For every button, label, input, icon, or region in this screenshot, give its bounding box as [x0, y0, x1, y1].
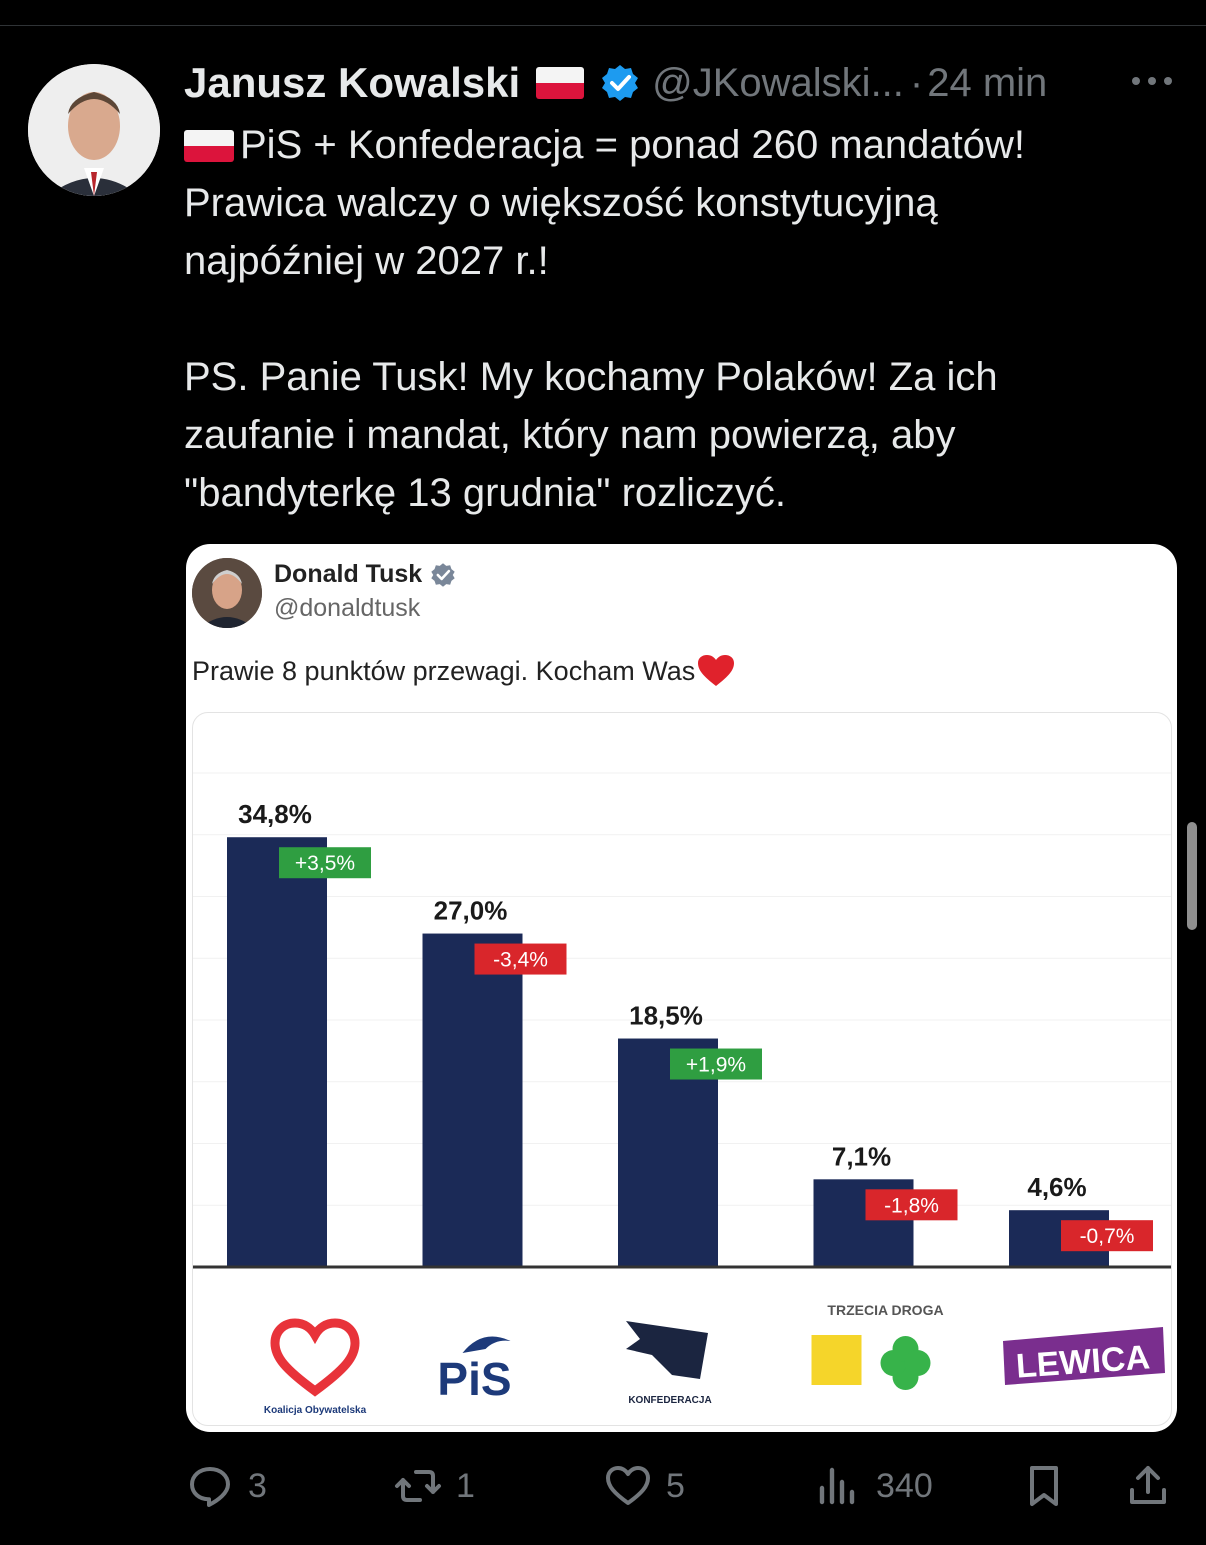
- logo-ko-heart: [270, 1318, 360, 1397]
- views-icon: [819, 1467, 855, 1505]
- logo-lewica-text: LEWICA: [1015, 1338, 1151, 1385]
- tweet-time[interactable]: 24 min: [927, 61, 1047, 106]
- embedded-text: Prawie 8 punktów przewagi. Kocham Was: [192, 654, 735, 688]
- poll-chart-svg: 34,8% +3,5% 27,0% -3,4% 18,5% +1,9% 7,1% -1,8% 4…: [193, 772, 1171, 1416]
- tweet-line: najpóźniej w 2027 r.!: [184, 239, 549, 283]
- bar-value-label: 7,1%: [832, 1141, 891, 1171]
- poland-flag-icon: [536, 67, 585, 99]
- embedded-handle: @donaldtusk: [274, 594, 421, 622]
- change-label: -3,4%: [493, 949, 548, 972]
- like-icon: [606, 1466, 650, 1505]
- logo-konfederacja-text: KONFEDERACJA: [628, 1395, 711, 1406]
- logo-ko-text: Koalicja Obywatelska: [264, 1405, 367, 1416]
- like-count: 5: [666, 1466, 685, 1505]
- embedded-avatar: [192, 558, 262, 628]
- change-label: -1,8%: [884, 1194, 939, 1217]
- tweet-header: Janusz Kowalski @JKowalski... · 24 min: [184, 58, 1047, 108]
- tweet-text: PiS + Konfederacja = ponad 260 mandatów!…: [184, 116, 1164, 522]
- bar: [227, 837, 327, 1267]
- bookmark-button[interactable]: [1020, 1456, 1068, 1516]
- repost-icon: [395, 1470, 441, 1502]
- change-label: -0,7%: [1080, 1225, 1135, 1248]
- logo-konfederacja-shape: [626, 1321, 708, 1379]
- scrollbar[interactable]: [1187, 822, 1197, 930]
- reply-icon: [190, 1467, 230, 1507]
- logo-trzecia-droga-yellow: [811, 1335, 862, 1385]
- author-avatar[interactable]: [28, 64, 160, 196]
- views-button[interactable]: 340: [814, 1456, 933, 1516]
- logo-trzecia-droga-text: TRZECIA DROGA: [827, 1302, 943, 1318]
- top-divider: [0, 25, 1206, 26]
- like-button[interactable]: 5: [604, 1456, 685, 1516]
- reply-button[interactable]: 3: [186, 1456, 267, 1516]
- separator-dot: ·: [909, 60, 924, 105]
- tweet-line: Prawica walczy o większość konstytucyjną: [184, 181, 938, 225]
- repost-button[interactable]: 1: [394, 1456, 475, 1516]
- bookmark-icon: [1030, 1466, 1058, 1506]
- reply-count: 3: [248, 1466, 267, 1505]
- heart-emoji-icon: [698, 655, 735, 686]
- more-icon[interactable]: [1128, 66, 1176, 96]
- views-count: 340: [876, 1466, 933, 1505]
- change-label: +3,5%: [295, 852, 355, 875]
- bar: [422, 933, 523, 1267]
- logo-trzecia-droga-clover: [904, 1350, 931, 1376]
- embedded-author: Donald Tusk: [274, 560, 456, 589]
- verified-icon: [602, 65, 639, 101]
- bar-value-label: 27,0%: [434, 896, 508, 926]
- share-button[interactable]: [1124, 1456, 1172, 1516]
- poll-chart: 34,8% +3,5% 27,0% -3,4% 18,5% +1,9% 7,1% -1,8% 4…: [192, 712, 1172, 1426]
- embedded-author-name: Donald Tusk: [274, 560, 423, 588]
- change-label: +1,9%: [686, 1054, 746, 1077]
- author-handle[interactable]: @JKowalski...: [652, 61, 904, 106]
- logo-pis-text: PiS: [437, 1353, 511, 1405]
- tweet-line: "bandyterkę 13 grudnia" rozliczyć.: [184, 471, 787, 515]
- poland-flag-icon: [184, 130, 234, 162]
- tweet-line: PiS + Konfederacja = ponad 260 mandatów!: [240, 123, 1025, 167]
- verified-icon: [431, 562, 455, 587]
- bar-value-label: 34,8%: [238, 799, 312, 829]
- share-icon: [1130, 1466, 1166, 1504]
- logo-pis-eagle: [462, 1336, 511, 1353]
- tweet-actions: 3 1 5 340: [186, 1456, 1176, 1516]
- bar-value-label: 18,5%: [629, 1001, 703, 1031]
- embedded-text-content: Prawie 8 punktów przewagi. Kocham Was: [192, 655, 696, 686]
- bar-value-label: 4,6%: [1027, 1172, 1086, 1202]
- author-name[interactable]: Janusz Kowalski: [184, 59, 520, 107]
- tweet-media-image[interactable]: Donald Tusk @donaldtusk Prawie 8 punktów…: [186, 544, 1177, 1432]
- repost-count: 1: [456, 1466, 475, 1505]
- tweet-line: PS. Panie Tusk! My kochamy Polaków! Za i…: [184, 355, 998, 399]
- tweet-line: zaufanie i mandat, który nam powierzą, a…: [184, 413, 956, 457]
